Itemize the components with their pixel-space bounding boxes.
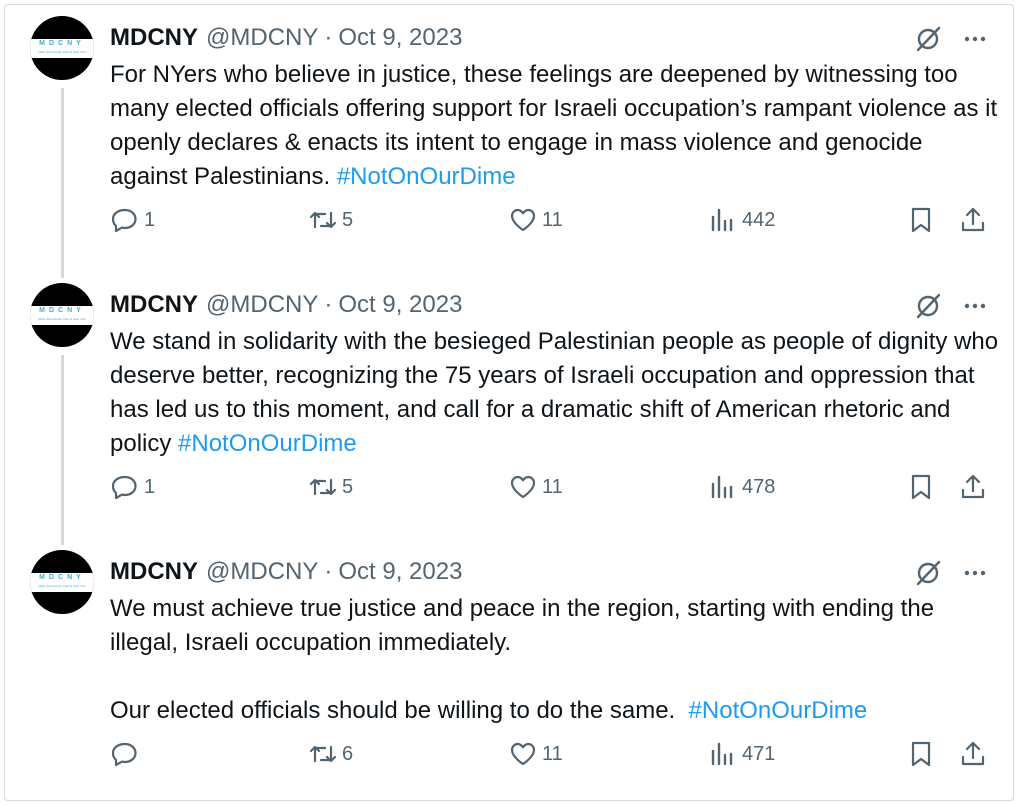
tweet-header: MDCNY @MDCNY · Oct 9, 2023 bbox=[110, 22, 462, 54]
avatar-logo-letters: MDCNY bbox=[39, 40, 85, 47]
tweet-text: We must achieve true justice and peace i… bbox=[110, 595, 935, 724]
tweet-date[interactable]: Oct 9, 2023 bbox=[338, 24, 462, 52]
bookmark-icon bbox=[911, 741, 931, 767]
author-handle[interactable]: @MDCNY bbox=[206, 24, 318, 52]
separator-dot: · bbox=[324, 291, 333, 318]
more-icon[interactable] bbox=[960, 558, 990, 588]
reply-icon bbox=[111, 208, 137, 233]
repost-icon bbox=[309, 478, 337, 496]
tweet-date[interactable]: Oct 9, 2023 bbox=[338, 291, 462, 319]
author-name[interactable]: MDCNY bbox=[110, 291, 198, 319]
repost-count: 5 bbox=[342, 208, 354, 231]
share-button[interactable] bbox=[958, 467, 988, 507]
avatar-logo-subtitle: Metro Democratic Club of New York bbox=[38, 584, 86, 588]
views-count: 442 bbox=[742, 208, 776, 231]
thread-line bbox=[61, 355, 64, 545]
grok-icon[interactable] bbox=[913, 291, 943, 321]
more-icon[interactable] bbox=[960, 24, 990, 54]
bookmark-button[interactable] bbox=[906, 200, 936, 240]
like-button[interactable]: 11 bbox=[508, 467, 563, 507]
reply-button[interactable]: 1 bbox=[110, 200, 155, 240]
author-handle[interactable]: @MDCNY bbox=[206, 291, 318, 319]
views-icon bbox=[711, 742, 733, 766]
reply-icon bbox=[111, 475, 137, 500]
repost-icon bbox=[309, 745, 337, 763]
like-count: 11 bbox=[542, 742, 563, 765]
share-icon bbox=[961, 474, 985, 499]
tweet-actions: 1 5 11 478 bbox=[0, 467, 1022, 507]
avatar[interactable]: MDCNY Metro Democratic Club of New York bbox=[30, 550, 94, 614]
hashtag-link[interactable]: #NotOnOurDime bbox=[178, 430, 357, 457]
thread-line bbox=[61, 88, 64, 278]
share-icon bbox=[961, 741, 985, 766]
share-button[interactable] bbox=[958, 734, 988, 774]
author-name[interactable]: MDCNY bbox=[110, 24, 198, 52]
bookmark-icon bbox=[911, 474, 931, 500]
repost-icon bbox=[309, 211, 337, 229]
heart-icon bbox=[510, 475, 536, 499]
tweet-header: MDCNY @MDCNY · Oct 9, 2023 bbox=[110, 556, 462, 588]
grok-icon[interactable] bbox=[913, 558, 943, 588]
hashtag-link[interactable]: #NotOnOurDime bbox=[689, 697, 868, 724]
repost-button[interactable]: 5 bbox=[308, 200, 353, 240]
views-button[interactable]: 478 bbox=[708, 467, 775, 507]
views-button[interactable]: 471 bbox=[708, 734, 775, 774]
tweet-text: We stand in solidarity with the besieged… bbox=[110, 328, 1005, 457]
tweet-2[interactable]: MDCNY Metro Democratic Club of New York … bbox=[0, 267, 1022, 545]
tweet-date[interactable]: Oct 9, 2023 bbox=[338, 558, 462, 586]
tweet-header: MDCNY @MDCNY · Oct 9, 2023 bbox=[110, 289, 462, 321]
more-icon[interactable] bbox=[960, 291, 990, 321]
views-icon bbox=[711, 208, 733, 232]
repost-count: 6 bbox=[342, 742, 354, 765]
separator-dot: · bbox=[324, 24, 333, 51]
like-button[interactable]: 11 bbox=[508, 734, 563, 774]
tweet-text: For NYers who believe in justice, these … bbox=[110, 61, 1004, 190]
grok-icon[interactable] bbox=[913, 24, 943, 54]
reply-count: 1 bbox=[144, 208, 156, 231]
like-count: 11 bbox=[542, 475, 563, 498]
repost-button[interactable]: 6 bbox=[308, 734, 353, 774]
avatar-logo-letters: MDCNY bbox=[39, 307, 85, 314]
avatar-logo-subtitle: Metro Democratic Club of New York bbox=[38, 50, 86, 54]
author-handle[interactable]: @MDCNY bbox=[206, 558, 318, 586]
repost-count: 5 bbox=[342, 475, 354, 498]
tweet-3[interactable]: MDCNY Metro Democratic Club of New York … bbox=[0, 534, 1022, 801]
like-count: 11 bbox=[542, 208, 563, 231]
avatar[interactable]: MDCNY Metro Democratic Club of New York bbox=[30, 16, 94, 80]
tweet-actions: 1 5 11 442 bbox=[0, 200, 1022, 240]
reply-button[interactable]: 1 bbox=[110, 467, 155, 507]
share-icon bbox=[961, 207, 985, 232]
tweet-1[interactable]: MDCNY Metro Democratic Club of New York … bbox=[0, 0, 1022, 278]
tweet-actions: 6 11 471 bbox=[0, 734, 1022, 774]
separator-dot: · bbox=[324, 558, 333, 585]
avatar[interactable]: MDCNY Metro Democratic Club of New York bbox=[30, 283, 94, 347]
views-count: 478 bbox=[742, 475, 776, 498]
share-button[interactable] bbox=[958, 200, 988, 240]
views-count: 471 bbox=[742, 742, 776, 765]
bookmark-button[interactable] bbox=[906, 467, 936, 507]
bookmark-button[interactable] bbox=[906, 734, 936, 774]
author-name[interactable]: MDCNY bbox=[110, 558, 198, 586]
repost-button[interactable]: 5 bbox=[308, 467, 353, 507]
reply-count: 1 bbox=[144, 475, 156, 498]
avatar-logo-subtitle: Metro Democratic Club of New York bbox=[38, 317, 86, 321]
hashtag-link[interactable]: #NotOnOurDime bbox=[337, 163, 516, 190]
views-icon bbox=[711, 475, 733, 499]
reply-button[interactable] bbox=[110, 734, 144, 774]
heart-icon bbox=[510, 208, 536, 232]
heart-icon bbox=[510, 742, 536, 766]
reply-icon bbox=[111, 742, 137, 767]
views-button[interactable]: 442 bbox=[708, 200, 775, 240]
like-button[interactable]: 11 bbox=[508, 200, 563, 240]
bookmark-icon bbox=[911, 207, 931, 233]
avatar-logo-letters: MDCNY bbox=[39, 574, 85, 581]
